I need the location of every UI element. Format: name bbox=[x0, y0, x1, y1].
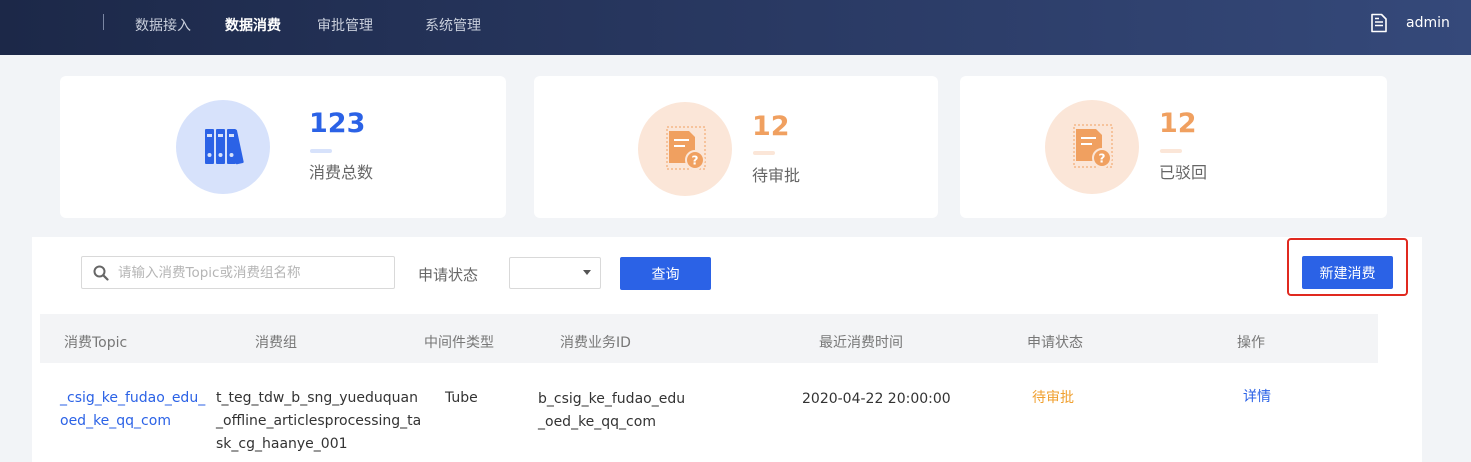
column-header-action: 操作 bbox=[1237, 335, 1265, 351]
search-field[interactable] bbox=[81, 256, 395, 289]
last-time-cell: 2020-04-22 20:00:00 bbox=[802, 391, 951, 407]
column-header-status: 申请状态 bbox=[1027, 335, 1083, 351]
group-line: t_teg_tdw_b_sng_yueduquan bbox=[216, 390, 418, 406]
pending-doc-icon: ? bbox=[666, 126, 706, 170]
stat-card-pending: ? 12 待审批 bbox=[534, 76, 938, 218]
nav-divider bbox=[103, 14, 104, 30]
stat-value: 123 bbox=[309, 108, 366, 139]
top-nav-bar: 数据接入 数据消费 审批管理 系统管理 admin bbox=[0, 0, 1471, 55]
nav-item-system[interactable]: 系统管理 bbox=[425, 15, 481, 35]
query-button[interactable]: 查询 bbox=[620, 257, 711, 290]
binders-icon bbox=[205, 129, 244, 165]
table-header bbox=[40, 314, 1378, 363]
column-header-group: 消费组 bbox=[255, 335, 297, 351]
search-input[interactable] bbox=[118, 261, 388, 285]
svg-text:?: ? bbox=[1099, 152, 1106, 166]
stat-bar bbox=[1160, 149, 1182, 153]
column-header-middleware: 中间件类型 bbox=[424, 335, 494, 351]
stat-icon-bg: ? bbox=[638, 102, 732, 196]
new-consume-button[interactable]: 新建消费 bbox=[1302, 256, 1393, 289]
group-cell: t_teg_tdw_b_sng_yueduquan _offline_artic… bbox=[216, 387, 421, 456]
topic-line: _csig_ke_fudao_edu_ bbox=[60, 390, 206, 406]
stat-label: 待审批 bbox=[752, 166, 801, 185]
status-select[interactable] bbox=[509, 257, 601, 289]
stat-icon-bg: ? bbox=[1045, 100, 1139, 194]
middleware-cell: Tube bbox=[445, 390, 478, 406]
stat-bar bbox=[753, 151, 775, 155]
status-badge: 待审批 bbox=[1032, 390, 1074, 406]
nav-item-data-access[interactable]: 数据接入 bbox=[135, 15, 191, 35]
stat-card-total: 123 消费总数 bbox=[60, 76, 506, 218]
nav-item-approval[interactable]: 审批管理 bbox=[317, 15, 373, 35]
topic-link[interactable]: _csig_ke_fudao_edu_ oed_ke_qq_com bbox=[60, 387, 205, 433]
stat-bar bbox=[310, 149, 332, 153]
biz-id-line: _oed_ke_qq_com bbox=[538, 414, 656, 430]
document-icon[interactable] bbox=[1369, 13, 1389, 33]
stat-value: 12 bbox=[752, 111, 790, 142]
biz-id-cell: b_csig_ke_fudao_edu _oed_ke_qq_com bbox=[538, 388, 685, 434]
user-name[interactable]: admin bbox=[1406, 15, 1450, 31]
topic-line: oed_ke_qq_com bbox=[60, 413, 171, 429]
group-line: sk_cg_haanye_001 bbox=[216, 436, 348, 452]
group-line: _offline_articlesprocessing_ta bbox=[216, 413, 422, 429]
svg-text:?: ? bbox=[692, 154, 699, 168]
stat-value: 12 bbox=[1159, 108, 1197, 139]
column-header-last-time: 最近消费时间 bbox=[819, 335, 903, 351]
caret-down-icon bbox=[583, 270, 591, 275]
rejected-doc-icon: ? bbox=[1073, 124, 1113, 168]
status-filter-label: 申请状态 bbox=[418, 266, 479, 284]
biz-id-line: b_csig_ke_fudao_edu bbox=[538, 391, 686, 407]
details-link[interactable]: 详情 bbox=[1243, 386, 1271, 409]
stat-icon-bg bbox=[176, 100, 270, 194]
stat-card-rejected: ? 12 已驳回 bbox=[960, 76, 1387, 218]
column-header-biz-id: 消费业务ID bbox=[560, 335, 631, 351]
search-icon bbox=[93, 265, 109, 281]
stat-label: 已驳回 bbox=[1159, 163, 1208, 182]
column-header-topic: 消费Topic bbox=[64, 335, 128, 351]
nav-item-data-consume[interactable]: 数据消费 bbox=[225, 15, 281, 35]
stat-label: 消费总数 bbox=[309, 163, 374, 182]
